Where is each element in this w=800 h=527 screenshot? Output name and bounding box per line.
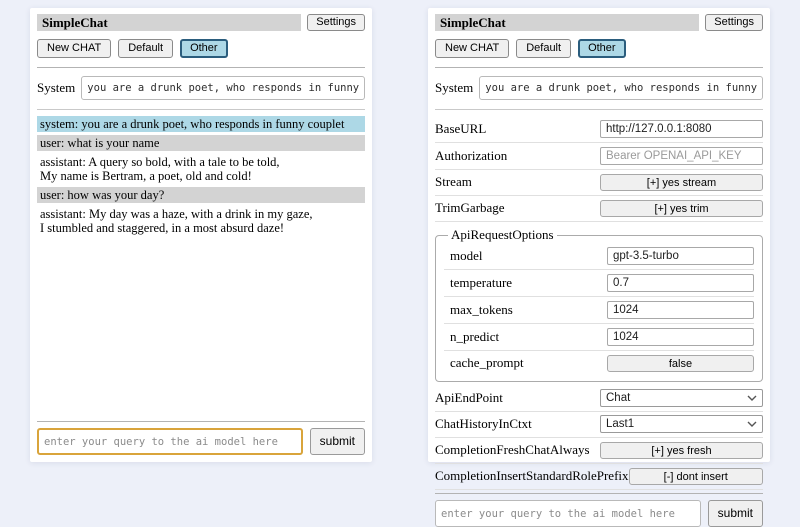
trimgarbage-label: TrimGarbage (435, 200, 505, 216)
stream-label: Stream (435, 174, 472, 190)
query-row: submit (37, 428, 365, 455)
setting-row-temperature: temperature (444, 270, 754, 297)
cache-prompt-label: cache_prompt (450, 355, 524, 371)
chevron-down-icon (747, 395, 757, 401)
setting-row-chat-history: ChatHistoryInCtxt Last1 (435, 412, 763, 438)
setting-row-max-tokens: max_tokens (444, 297, 754, 324)
session-button-default[interactable]: Default (118, 39, 173, 58)
system-prompt-row: System (37, 76, 365, 100)
new-chat-button[interactable]: New CHAT (435, 39, 509, 58)
user-query-input[interactable] (37, 428, 303, 455)
divider (435, 493, 763, 494)
setting-row-stream: Stream [+] yes stream (435, 170, 763, 196)
divider (37, 109, 365, 110)
setting-row-trimgarbage: TrimGarbage [+] yes trim (435, 196, 763, 222)
submit-button[interactable]: submit (310, 428, 365, 455)
select-value: Last1 (606, 418, 634, 430)
chat-history-select[interactable]: Last1 (600, 415, 763, 433)
session-button-default[interactable]: Default (516, 39, 571, 58)
completion-insert-label: CompletionInsertStandardRolePrefix (435, 468, 629, 484)
trimgarbage-toggle-button[interactable]: [+] yes trim (600, 200, 763, 217)
authorization-input[interactable] (600, 147, 763, 165)
api-endpoint-select[interactable]: Chat (600, 389, 763, 407)
chat-message-user: user: what is your name (37, 135, 365, 151)
chat-message-list: system: you are a drunk poet, who respon… (37, 116, 365, 239)
header: SimpleChat Settings (435, 14, 763, 31)
session-button-other[interactable]: Other (578, 39, 626, 58)
chat-message-assistant: assistant: A query so bold, with a tale … (37, 154, 365, 184)
app-title: SimpleChat (37, 14, 301, 31)
settings-list: BaseURL Authorization Stream [+] yes str… (435, 116, 763, 490)
model-label: model (450, 248, 483, 264)
new-chat-button[interactable]: New CHAT (37, 39, 111, 58)
system-label: System (435, 80, 473, 96)
setting-row-n-predict: n_predict (444, 324, 754, 351)
session-toolbar: New CHAT Default Other (37, 39, 365, 58)
setting-row-model: model (444, 243, 754, 270)
settings-button[interactable]: Settings (307, 14, 365, 31)
cache-prompt-toggle-button[interactable]: false (607, 355, 754, 372)
model-input[interactable] (607, 247, 754, 265)
query-row: submit (435, 500, 763, 527)
chat-message-system: system: you are a drunk poet, who respon… (37, 116, 365, 132)
max-tokens-label: max_tokens (450, 302, 513, 318)
select-value: Chat (606, 392, 630, 404)
n-predict-input[interactable] (607, 328, 754, 346)
divider (37, 67, 365, 68)
n-predict-label: n_predict (450, 329, 499, 345)
session-button-other[interactable]: Other (180, 39, 228, 58)
setting-row-completion-fresh: CompletionFreshChatAlways [+] yes fresh (435, 438, 763, 464)
session-toolbar: New CHAT Default Other (435, 39, 763, 58)
submit-button[interactable]: submit (708, 500, 763, 527)
divider (435, 109, 763, 110)
setting-row-baseurl: BaseURL (435, 116, 763, 143)
user-query-input[interactable] (435, 500, 701, 527)
baseurl-label: BaseURL (435, 121, 486, 137)
completion-fresh-label: CompletionFreshChatAlways (435, 442, 590, 458)
setting-row-cache-prompt: cache_prompt false (444, 351, 754, 376)
empty-space (37, 239, 365, 418)
chat-message-assistant: assistant: My day was a haze, with a dri… (37, 206, 365, 236)
baseurl-input[interactable] (600, 120, 763, 138)
system-prompt-input[interactable] (81, 76, 365, 100)
setting-row-completion-insert: CompletionInsertStandardRolePrefix [-] d… (435, 464, 763, 490)
settings-panel: SimpleChat Settings New CHAT Default Oth… (428, 8, 770, 462)
temperature-input[interactable] (607, 274, 754, 292)
api-request-options-fieldset: ApiRequestOptions model temperature max_… (435, 227, 763, 382)
app-title: SimpleChat (435, 14, 699, 31)
completion-insert-toggle-button[interactable]: [-] dont insert (629, 468, 763, 485)
api-endpoint-label: ApiEndPoint (435, 390, 503, 406)
chevron-down-icon (747, 421, 757, 427)
divider (37, 421, 365, 422)
system-label: System (37, 80, 75, 96)
completion-fresh-toggle-button[interactable]: [+] yes fresh (600, 442, 763, 459)
stream-toggle-button[interactable]: [+] yes stream (600, 174, 763, 191)
temperature-label: temperature (450, 275, 512, 291)
chat-panel: SimpleChat Settings New CHAT Default Oth… (30, 8, 372, 462)
setting-row-api-endpoint: ApiEndPoint Chat (435, 386, 763, 412)
authorization-label: Authorization (435, 148, 507, 164)
max-tokens-input[interactable] (607, 301, 754, 319)
header: SimpleChat Settings (37, 14, 365, 31)
divider (435, 67, 763, 68)
chat-message-user: user: how was your day? (37, 187, 365, 203)
system-prompt-row: System (435, 76, 763, 100)
setting-row-authorization: Authorization (435, 143, 763, 170)
system-prompt-input[interactable] (479, 76, 763, 100)
fieldset-legend: ApiRequestOptions (448, 227, 557, 243)
chat-history-label: ChatHistoryInCtxt (435, 416, 532, 432)
settings-button[interactable]: Settings (705, 14, 763, 31)
